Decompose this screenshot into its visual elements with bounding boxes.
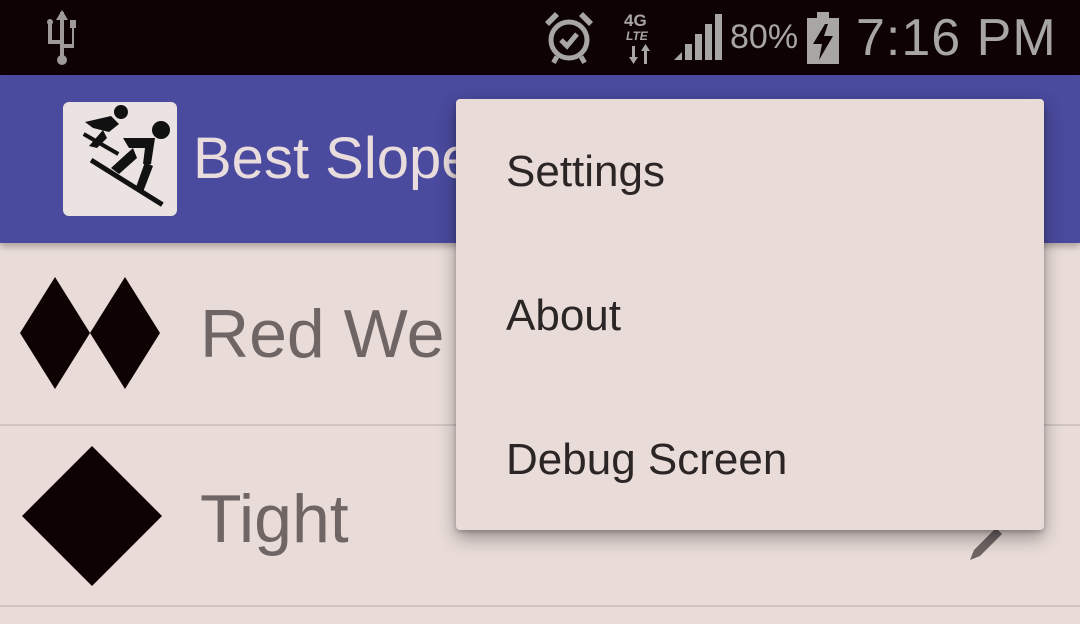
network-label-lte: LTE — [626, 29, 649, 43]
menu-item-label: Settings — [506, 147, 665, 196]
battery-percent: 80% — [730, 18, 799, 56]
clock: 7:16 PM — [856, 9, 1057, 67]
menu-item-settings[interactable]: Settings — [456, 99, 1044, 243]
signal-icon — [674, 14, 722, 60]
overflow-menu: Settings About Debug Screen — [456, 99, 1044, 530]
battery-charging-icon — [807, 12, 839, 64]
list-item-label: Red We — [200, 296, 445, 372]
status-bar: 4G LTE 80% 7:16 PM — [0, 0, 1080, 75]
menu-item-label: About — [506, 291, 621, 340]
menu-item-debug-screen[interactable]: Debug Screen — [456, 387, 1044, 531]
network-label-4g: 4G — [624, 11, 647, 30]
alarm-icon — [545, 12, 593, 64]
black-diamond-icon — [22, 446, 162, 586]
app-logo-snowboarders-icon[interactable] — [63, 102, 177, 216]
usb-icon — [47, 10, 76, 65]
network-4g-lte-icon: 4G LTE — [624, 11, 650, 64]
menu-item-about[interactable]: About — [456, 243, 1044, 387]
menu-item-label: Debug Screen — [506, 435, 788, 484]
double-black-diamond-icon — [20, 277, 160, 389]
list-item-label: Tight — [200, 481, 349, 557]
